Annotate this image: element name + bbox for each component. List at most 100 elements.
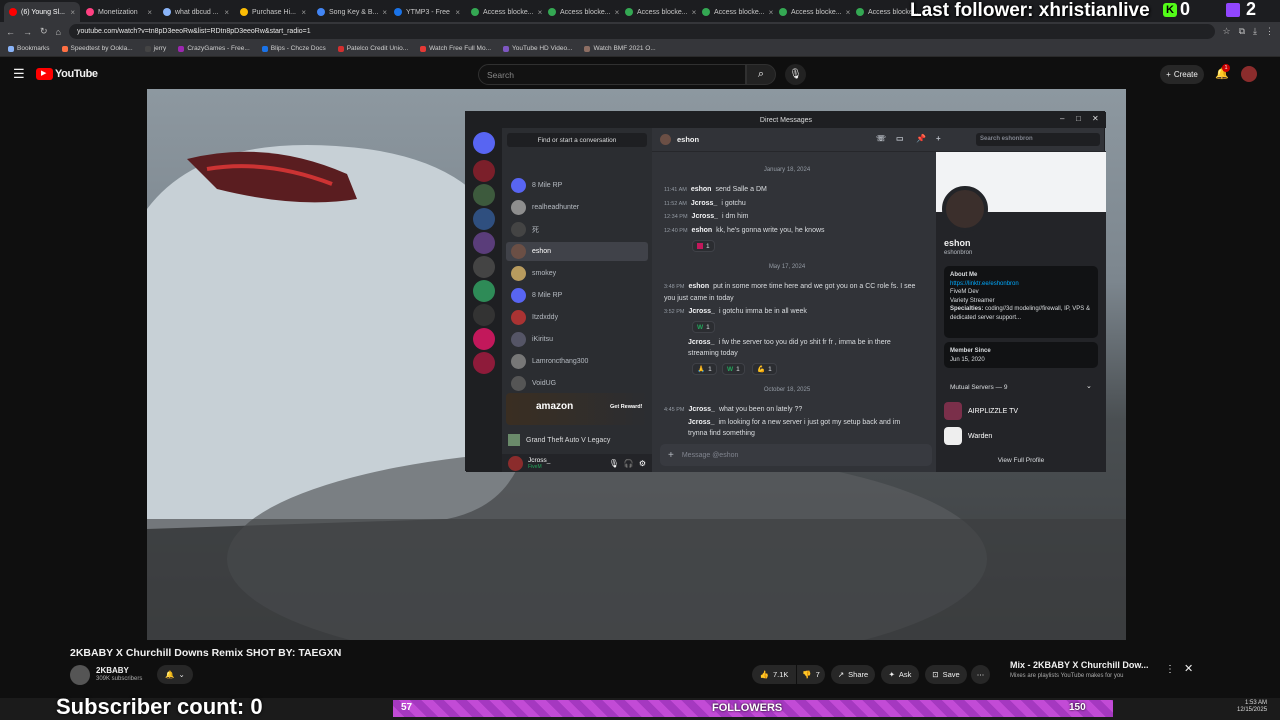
pin-icon[interactable]: 📌 <box>916 134 926 143</box>
activity-row[interactable]: Grand Theft Auto V Legacy <box>508 432 648 448</box>
close-icon[interactable]: ✕ <box>1092 114 1099 123</box>
back-icon[interactable]: ← <box>6 27 15 37</box>
about-link[interactable]: https://linktr.ee/eshonbron <box>950 280 1092 289</box>
dm-item[interactable]: Itzdxddy <box>506 308 648 327</box>
ask-button[interactable]: ✦ Ask <box>881 665 919 684</box>
tab-close-icon[interactable]: × <box>615 8 619 17</box>
dm-item[interactable]: Lamroncthang300 <box>506 352 648 371</box>
dm-item[interactable]: 8 Mile RP <box>506 286 648 305</box>
forward-icon[interactable]: → <box>23 27 32 37</box>
channel-name[interactable]: 2KBABY <box>96 666 129 675</box>
tab-close-icon[interactable]: × <box>224 8 229 17</box>
mic-icon[interactable]: 🎙 <box>609 459 619 468</box>
dm-item[interactable]: VoidUG <box>506 374 648 393</box>
avatar[interactable] <box>508 455 523 471</box>
tab-close-icon[interactable]: × <box>692 8 696 17</box>
save-button[interactable]: ⊡ Save <box>925 665 967 684</box>
share-button[interactable]: ↗ Share <box>831 665 875 684</box>
like-button[interactable]: 👍 7.1K <box>752 665 796 684</box>
tab-close-icon[interactable]: × <box>147 8 152 17</box>
tab-close-icon[interactable]: × <box>70 8 75 17</box>
mix-title[interactable]: Mix - 2KBABY X Churchill Dow... <box>1010 660 1149 670</box>
browser-tab[interactable]: (6) Young Sl... × <box>4 2 80 22</box>
avatar[interactable] <box>1241 66 1257 82</box>
add-friend-icon[interactable]: + <box>936 134 941 143</box>
bookmark-item[interactable]: Speedtest by Ookla... <box>61 45 133 52</box>
bookmark-item[interactable]: Watch BMF 2021 O... <box>584 45 656 52</box>
tab-close-icon[interactable]: × <box>301 8 306 17</box>
server-icon[interactable] <box>473 160 495 182</box>
bookmark-item[interactable]: jerry <box>144 45 166 52</box>
settings-gear-icon[interactable]: ⚙ <box>639 459 646 468</box>
dm-item[interactable]: realheadhunter <box>506 198 648 217</box>
attach-plus-icon[interactable]: + <box>668 450 674 461</box>
reaction[interactable]: 1 <box>692 240 715 252</box>
bookmark-item[interactable]: Bookmarks <box>8 45 50 52</box>
promo-banner[interactable]: amazon Get Reward! <box>506 393 648 425</box>
server-icon[interactable] <box>473 256 495 278</box>
browser-tab[interactable]: what dbcud ... × <box>158 2 234 22</box>
dm-item[interactable]: iKiritsu <box>506 330 648 349</box>
url-field[interactable]: youtube.com/watch?v=tn8pD3eeoRw&list=RDt… <box>68 24 1215 39</box>
server-icon[interactable] <box>473 352 495 374</box>
bookmark-item[interactable]: CrazyGames - Free... <box>178 45 250 52</box>
youtube-logo-text[interactable]: YouTube <box>55 68 98 80</box>
call-icon[interactable]: ☏ <box>876 134 886 143</box>
browser-tab[interactable]: Access blocke... × <box>620 2 696 22</box>
create-button[interactable]: + Create <box>1160 65 1204 84</box>
reaction[interactable]: W1 <box>722 363 745 375</box>
dislike-button[interactable]: 👎 7 <box>797 665 825 684</box>
mutual-server-item[interactable]: Warden <box>944 425 1098 447</box>
more-actions-button[interactable]: ⋯ <box>971 665 990 684</box>
maximize-icon[interactable]: □ <box>1076 114 1081 123</box>
dm-item[interactable]: 死 <box>506 220 648 239</box>
mutual-server-item[interactable]: AIRPLIZZLE TV <box>944 400 1098 422</box>
tab-close-icon[interactable]: × <box>846 8 850 17</box>
minimize-icon[interactable]: – <box>1060 114 1064 123</box>
profile-avatar[interactable] <box>942 186 988 232</box>
reaction[interactable]: 🙏 1 <box>692 363 717 375</box>
bookmark-star-icon[interactable]: ☆ <box>1223 26 1231 37</box>
menu-icon[interactable]: ⋮ <box>1265 26 1274 37</box>
home-icon[interactable]: ⌂ <box>56 27 61 37</box>
search-button[interactable]: ⌕ <box>746 64 776 85</box>
browser-tab[interactable]: Monetization × <box>81 2 157 22</box>
browser-tab[interactable]: Song Key & B... × <box>312 2 388 22</box>
chat-search-input[interactable]: Search eshonbron <box>976 133 1100 146</box>
chevron-down-icon[interactable]: ⌄ <box>1086 382 1092 390</box>
extensions-icon[interactable]: ⧉ <box>1239 26 1245 37</box>
browser-tab[interactable]: Access blocke... × <box>466 2 542 22</box>
browser-tab[interactable]: Access blocke... × <box>697 2 773 22</box>
browser-tab[interactable]: Access blocke... × <box>543 2 619 22</box>
find-conversation-input[interactable]: Find or start a conversation <box>507 133 647 147</box>
reaction[interactable]: 💪 1 <box>752 363 777 375</box>
get-reward-button[interactable]: Get Reward! <box>610 404 642 410</box>
discord-home-icon[interactable] <box>473 132 495 154</box>
bookmark-item[interactable]: Blips - Chcze Docs <box>261 45 326 52</box>
headphones-icon[interactable]: 🎧 <box>624 459 634 468</box>
tab-close-icon[interactable]: × <box>382 8 387 17</box>
download-icon[interactable]: ⤓ <box>1253 26 1257 37</box>
bookmark-item[interactable]: Watch Free Full Mo... <box>420 45 491 52</box>
browser-tab[interactable]: Purchase Hi... × <box>235 2 311 22</box>
dm-item[interactable]: 8 Mile RP <box>506 176 648 195</box>
notifications-toggle-button[interactable]: 🔔 ⌄ <box>157 665 193 684</box>
channel-avatar[interactable] <box>70 665 90 685</box>
hamburger-menu-icon[interactable]: ☰ <box>13 66 25 82</box>
message-input[interactable]: + Message @eshon <box>660 444 932 466</box>
server-icon[interactable] <box>473 208 495 230</box>
server-icon[interactable] <box>473 328 495 350</box>
voice-search-button[interactable]: 🎙 <box>785 64 806 85</box>
server-icon[interactable] <box>473 184 495 206</box>
browser-tab[interactable]: Access blocke... × <box>774 2 850 22</box>
dm-item[interactable]: eshon <box>506 242 648 261</box>
bookmark-item[interactable]: YouTube HD Video... <box>503 45 572 52</box>
tab-close-icon[interactable]: × <box>538 8 542 17</box>
view-full-profile-button[interactable]: View Full Profile <box>936 457 1106 464</box>
server-icon[interactable] <box>473 304 495 326</box>
close-mix-icon[interactable]: ✕ <box>1184 662 1193 675</box>
dm-item[interactable]: smokey <box>506 264 648 283</box>
mutual-servers-label[interactable]: Mutual Servers — 9 <box>950 384 1007 391</box>
bookmark-item[interactable]: Patelco Credit Unio... <box>337 45 408 52</box>
server-icon[interactable] <box>473 280 495 302</box>
